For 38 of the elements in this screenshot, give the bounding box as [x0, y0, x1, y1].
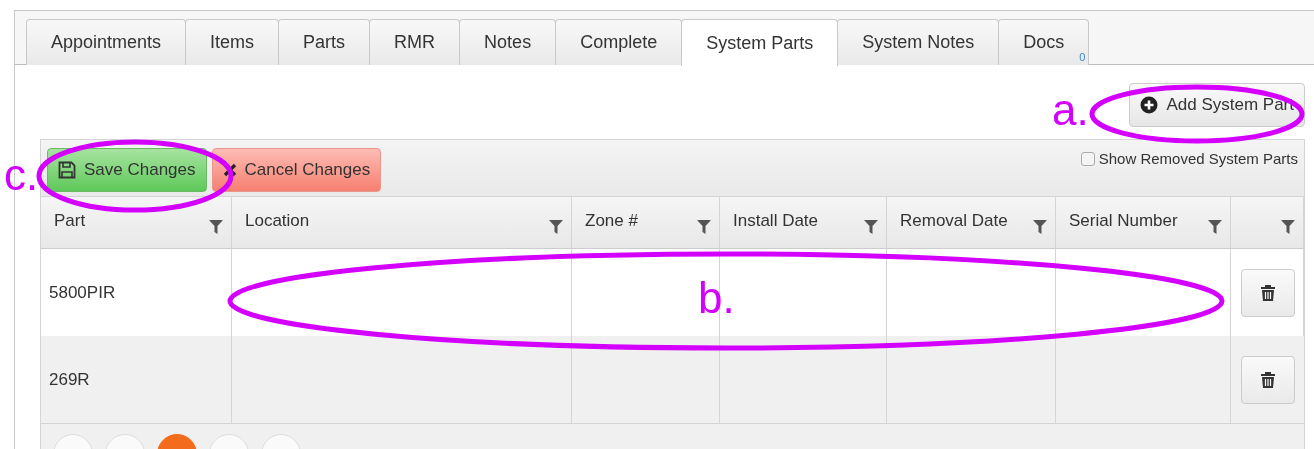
tab[interactable]: RMR: [369, 19, 461, 65]
cancel-changes-button[interactable]: Cancel Changes: [211, 148, 382, 192]
column-title: Install Date: [733, 210, 820, 231]
trash-icon: [1260, 283, 1276, 302]
filter-icon[interactable]: [864, 219, 878, 234]
filter-icon[interactable]: [549, 219, 563, 234]
checkbox-label: Show Removed System Parts: [1098, 150, 1298, 167]
annotation-label: c.: [4, 153, 39, 197]
filter-icon[interactable]: [1033, 219, 1047, 234]
tab[interactable]: System Notes: [837, 19, 1000, 65]
plus-circle-icon: [1140, 96, 1159, 114]
column-title: Location: [245, 210, 311, 231]
annotation-label: b.: [698, 276, 735, 320]
delete-button[interactable]: [1241, 268, 1295, 317]
tab[interactable]: Parts: [278, 19, 371, 65]
column-title: Zone #: [585, 210, 639, 231]
annotation-label: a.: [1052, 88, 1089, 132]
column-title: Serial Number: [1069, 210, 1179, 231]
tab[interactable]: Notes: [459, 19, 557, 65]
delete-button[interactable]: [1241, 355, 1295, 404]
column-title: Removal Date: [900, 210, 1009, 231]
count-label: 0: [1079, 51, 1086, 63]
tab[interactable]: Docs 0: [998, 19, 1090, 65]
filter-icon[interactable]: [209, 219, 223, 234]
checkbox[interactable]: [1080, 151, 1095, 166]
filter-icon[interactable]: [697, 219, 711, 234]
floppy-disk-icon: [58, 161, 76, 179]
trash-icon: [1260, 370, 1276, 389]
table-cell: 269R: [41, 336, 232, 423]
tab[interactable]: System Parts: [681, 19, 839, 66]
tab[interactable]: Complete: [555, 19, 683, 65]
filter-icon[interactable]: [1281, 219, 1295, 234]
filter-icon[interactable]: [1208, 219, 1222, 234]
tab[interactable]: Items: [185, 19, 280, 65]
tab[interactable]: Appointments: [26, 19, 187, 65]
column-title: Part: [54, 210, 87, 231]
close-icon: [222, 163, 237, 177]
save-changes-button[interactable]: Save Changes: [47, 148, 207, 192]
